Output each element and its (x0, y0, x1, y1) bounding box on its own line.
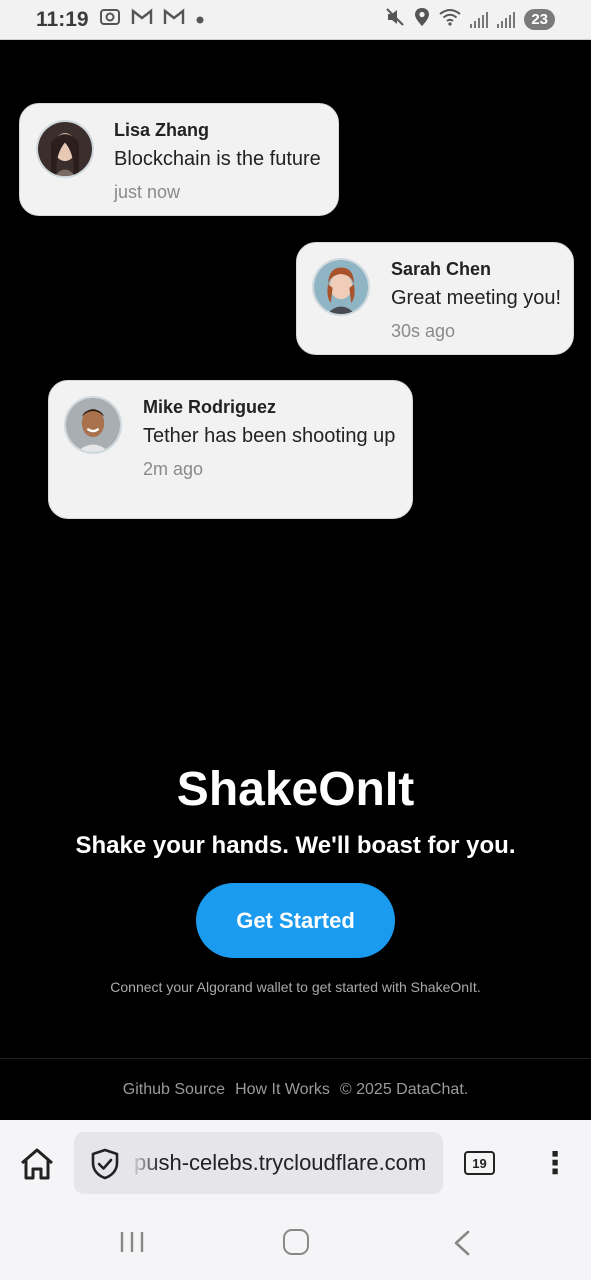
message-text: Great meeting you! (391, 287, 562, 309)
status-time: 11:19 (36, 7, 89, 31)
tagline: Shake your hands. We'll boast for you. (75, 832, 516, 859)
sender-name: Lisa Zhang (114, 120, 210, 140)
battery-indicator: 23 (524, 9, 555, 30)
footer: Github Source How It Works © 2025 DataCh… (0, 1058, 591, 1120)
mute-icon (385, 7, 405, 32)
recent-apps-icon[interactable] (120, 1230, 144, 1254)
sender-name: Sarah Chen (391, 259, 492, 279)
how-it-works-link[interactable]: How It Works (235, 1081, 330, 1099)
back-icon[interactable] (452, 1230, 472, 1256)
chat-card: Mike Rodriguez Tether has been shooting … (48, 380, 413, 519)
signal-icon (470, 11, 489, 28)
app-title: ShakeOnIt (176, 763, 415, 816)
wallet-hint: Connect your Algorand wallet to get star… (110, 979, 481, 995)
dot-icon (195, 10, 205, 30)
location-icon (414, 7, 430, 32)
message-time: 2m ago (143, 459, 204, 479)
github-source-link[interactable]: Github Source (123, 1081, 225, 1099)
message-text: Tether has been shooting up (143, 425, 396, 447)
message-time: just now (114, 182, 181, 202)
message-time: 30s ago (391, 321, 456, 341)
url-fade (130, 1132, 160, 1194)
navigation-bar (0, 1208, 591, 1280)
browser-toolbar: push-celebs.trycloudflare.com 19 ⋮ (0, 1120, 591, 1208)
chat-card: Lisa Zhang Blockchain is the future just… (19, 103, 339, 216)
avatar (312, 258, 370, 316)
status-bar: 11:19 23 (0, 0, 591, 40)
home-icon[interactable] (18, 1146, 56, 1182)
home-nav-icon[interactable] (283, 1229, 309, 1255)
chat-card: Sarah Chen Great meeting you! 30s ago (296, 242, 574, 355)
wifi-icon (439, 8, 461, 31)
signal-icon (497, 11, 516, 28)
screenshot-icon (99, 7, 121, 32)
avatar (36, 120, 94, 178)
more-menu-icon[interactable]: ⋮ (540, 1146, 570, 1182)
message-text: Blockchain is the future (114, 148, 321, 170)
tabs-button[interactable]: 19 (464, 1151, 495, 1175)
sender-name: Mike Rodriguez (143, 397, 277, 417)
gmail-icon (163, 8, 185, 31)
shield-icon[interactable] (90, 1148, 120, 1180)
url-text: push-celebs.trycloudflare.com (134, 1150, 427, 1175)
avatar (64, 396, 122, 454)
copyright: © 2025 DataChat. (339, 1080, 469, 1098)
get-started-button[interactable]: Get Started (196, 883, 395, 958)
gmail-icon (131, 8, 153, 31)
address-bar[interactable]: push-celebs.trycloudflare.com (74, 1132, 443, 1194)
